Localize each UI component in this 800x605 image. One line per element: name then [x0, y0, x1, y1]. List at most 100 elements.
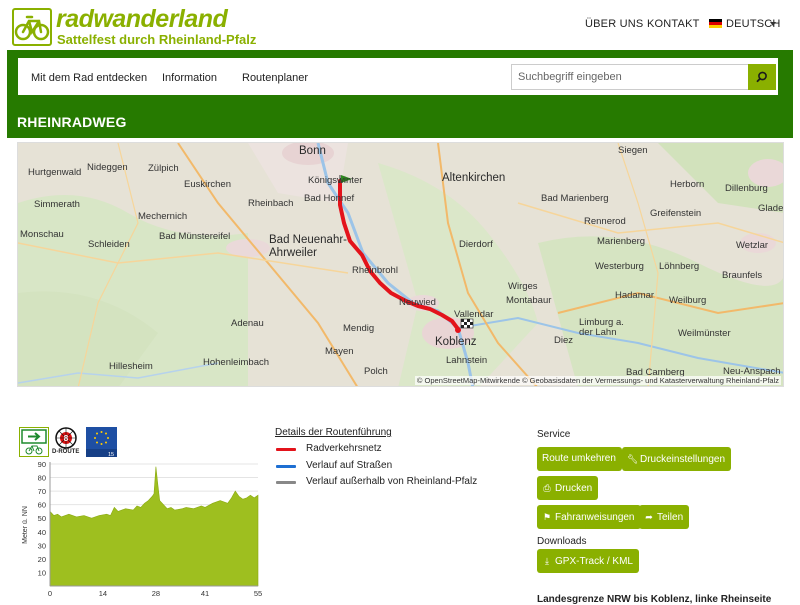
map-label: Bad Marienberg [541, 193, 609, 204]
map-label: Mechernich [138, 211, 188, 222]
german-flag-icon[interactable] [709, 19, 722, 28]
svg-text:15: 15 [108, 452, 114, 457]
map-label: Westerburg [595, 261, 644, 272]
downloads-heading: Downloads [537, 536, 587, 547]
elevation-y-tick-label: 10 [38, 568, 46, 577]
map-label-bonn: Bonn [299, 145, 326, 157]
search-button[interactable] [748, 64, 776, 90]
bicycle-logo-icon[interactable] [12, 8, 52, 46]
elevation-y-axis-label: Meter ü. NN [22, 506, 29, 544]
druckeinstellungen-button[interactable]: 🔧︎ Druckeinstellungen [622, 447, 732, 471]
map-label: Montabaur [506, 295, 552, 306]
elevation-y-tick-label: 20 [38, 555, 46, 564]
map-label: Wirges [508, 281, 538, 292]
service-heading: Service [537, 429, 571, 440]
map-attribution[interactable]: © OpenStreetMap-Mitwirkende © Geobasisda… [414, 376, 781, 385]
legend-swatch-blue [276, 465, 296, 468]
map-label: Weilmünster [678, 328, 731, 339]
eurovelo-badge-icon[interactable]: 15 [86, 427, 117, 458]
map-label: Zülpich [148, 163, 179, 174]
search-input[interactable] [511, 64, 749, 90]
elevation-x-tick-label: 0 [48, 589, 52, 598]
elevation-x-tick-label: 28 [152, 589, 160, 598]
legend-label: Verlauf auf Straßen [306, 460, 393, 471]
map-label: Rheinbach [248, 198, 294, 209]
map-label: Hohenleimbach [203, 357, 270, 368]
gpx-download-button[interactable]: ⤓ GPX-Track / KML [537, 549, 639, 573]
map-label: Hadamar [615, 290, 655, 301]
map-label: Monschau [20, 229, 64, 240]
elevation-y-tick-label: 50 [38, 514, 46, 523]
map-label: Bad Münstereifel [159, 231, 231, 242]
map-label: Adenau [231, 318, 264, 329]
map-label: Bad Honnef [304, 193, 355, 204]
nav-item-routenplaner[interactable]: Routenplaner [242, 72, 308, 84]
map-label: Mayen [325, 346, 354, 357]
map-label: Weilburg [669, 295, 707, 306]
map-label: Herborn [670, 179, 705, 190]
map-label: Nideggen [87, 162, 128, 173]
download-icon: ⤓ [545, 556, 549, 566]
map-label: Hurtgenwald [28, 167, 82, 178]
nav-link-ueber-uns[interactable]: ÜBER UNS [585, 18, 643, 30]
printer-icon: ⎙ [543, 483, 551, 493]
nav-item-mit-dem-rad-entdecken[interactable]: Mit dem Rad entdecken [31, 72, 147, 84]
elevation-y-tick-label: 30 [38, 541, 46, 550]
map-label-bad-neuenahr: Bad Neuenahr- Ahrweiler [269, 234, 347, 259]
map-label: Neuwied [399, 297, 436, 308]
elevation-y-tick-label: 40 [38, 528, 46, 537]
site-header: radwanderland Sattelfest durch Rheinland… [0, 0, 800, 50]
legend-swatch-red [276, 448, 296, 451]
legend-swatch-gray [276, 481, 296, 484]
elevation-y-tick-label: 90 [38, 460, 46, 469]
map-label: Vallendar [454, 309, 494, 320]
map-label: Dierdorf [459, 239, 493, 250]
elevation-y-tick-label: 70 [38, 487, 46, 496]
map-label-koblenz: Koblenz [435, 336, 477, 348]
map-label: Wetzlar [736, 240, 769, 251]
map-label: Schleiden [88, 239, 130, 250]
signpost-icon: ⚑ [542, 512, 552, 522]
search-icon [756, 71, 767, 83]
map-label: Siegen [618, 145, 648, 156]
elevation-profile-area [49, 466, 259, 587]
map-label: Marienberg [597, 236, 646, 247]
nav-item-information[interactable]: Information [162, 72, 217, 84]
page-title: RHEINRADWEG [17, 114, 127, 130]
map-label: Rheinbrohl [352, 265, 398, 276]
elevation-chart[interactable]: 10 20 30 40 50 60 70 80 90 0 14 28 41 55 Meter ü. NN [14, 458, 264, 605]
map-label: Lahnstein [446, 355, 488, 366]
fahranweisungen-button[interactable]: ⚑ Fahranweisungen [537, 505, 641, 529]
drucken-button[interactable]: ⎙ Drucken [537, 476, 599, 500]
map-label: Hillesheim [109, 361, 153, 372]
svg-text:8: 8 [64, 434, 69, 443]
elevation-x-tick-label: 41 [201, 589, 209, 598]
map-label: Rennerod [584, 216, 626, 227]
map-label: Braunfels [722, 270, 763, 281]
map-label: Löhnberg [659, 261, 700, 272]
wrench-icon: 🔧︎ [627, 454, 639, 464]
teilen-button[interactable]: ➦ Teilen [639, 505, 690, 529]
chevron-down-icon[interactable] [770, 22, 776, 26]
elevation-chart-svg: 10 20 30 40 50 60 70 80 90 0 14 28 41 55 Meter ü. NN [22, 460, 262, 598]
route-map[interactable]: Bonn Hurtgenwald Zülpich Nideggen Euskir… [17, 142, 784, 387]
elevation-y-tick-label: 80 [38, 474, 46, 483]
logo-title[interactable]: radwanderland [56, 6, 228, 32]
route-umkehren-button[interactable]: Route umkehren [537, 447, 622, 471]
map-label: Euskirchen [184, 179, 231, 190]
logo-subtitle: Sattelfest durch Rheinland-Pfalz [57, 32, 257, 47]
share-icon: ➦ [645, 512, 653, 522]
map-label-altenkirchen: Altenkirchen [442, 172, 506, 184]
map-label: Limburg a. der Lahn [579, 317, 624, 338]
elevation-x-tick-label: 14 [99, 589, 107, 598]
map-label: Mendig [343, 323, 375, 334]
legend-label: Radverkehrsnetz [306, 443, 382, 454]
map-label: Diez [554, 335, 574, 346]
elevation-x-tick-label: 55 [254, 589, 262, 598]
legend-label: Verlauf außerhalb von Rheinland-Pfalz [306, 476, 478, 487]
radweg-sign-icon[interactable] [19, 427, 49, 457]
legend-title[interactable]: Details der Routenführung [275, 427, 392, 438]
nav-link-kontakt[interactable]: KONTAKT [647, 18, 700, 30]
d-route-label: D-ROUTE [52, 449, 80, 455]
elevation-y-tick-label: 60 [38, 501, 46, 510]
